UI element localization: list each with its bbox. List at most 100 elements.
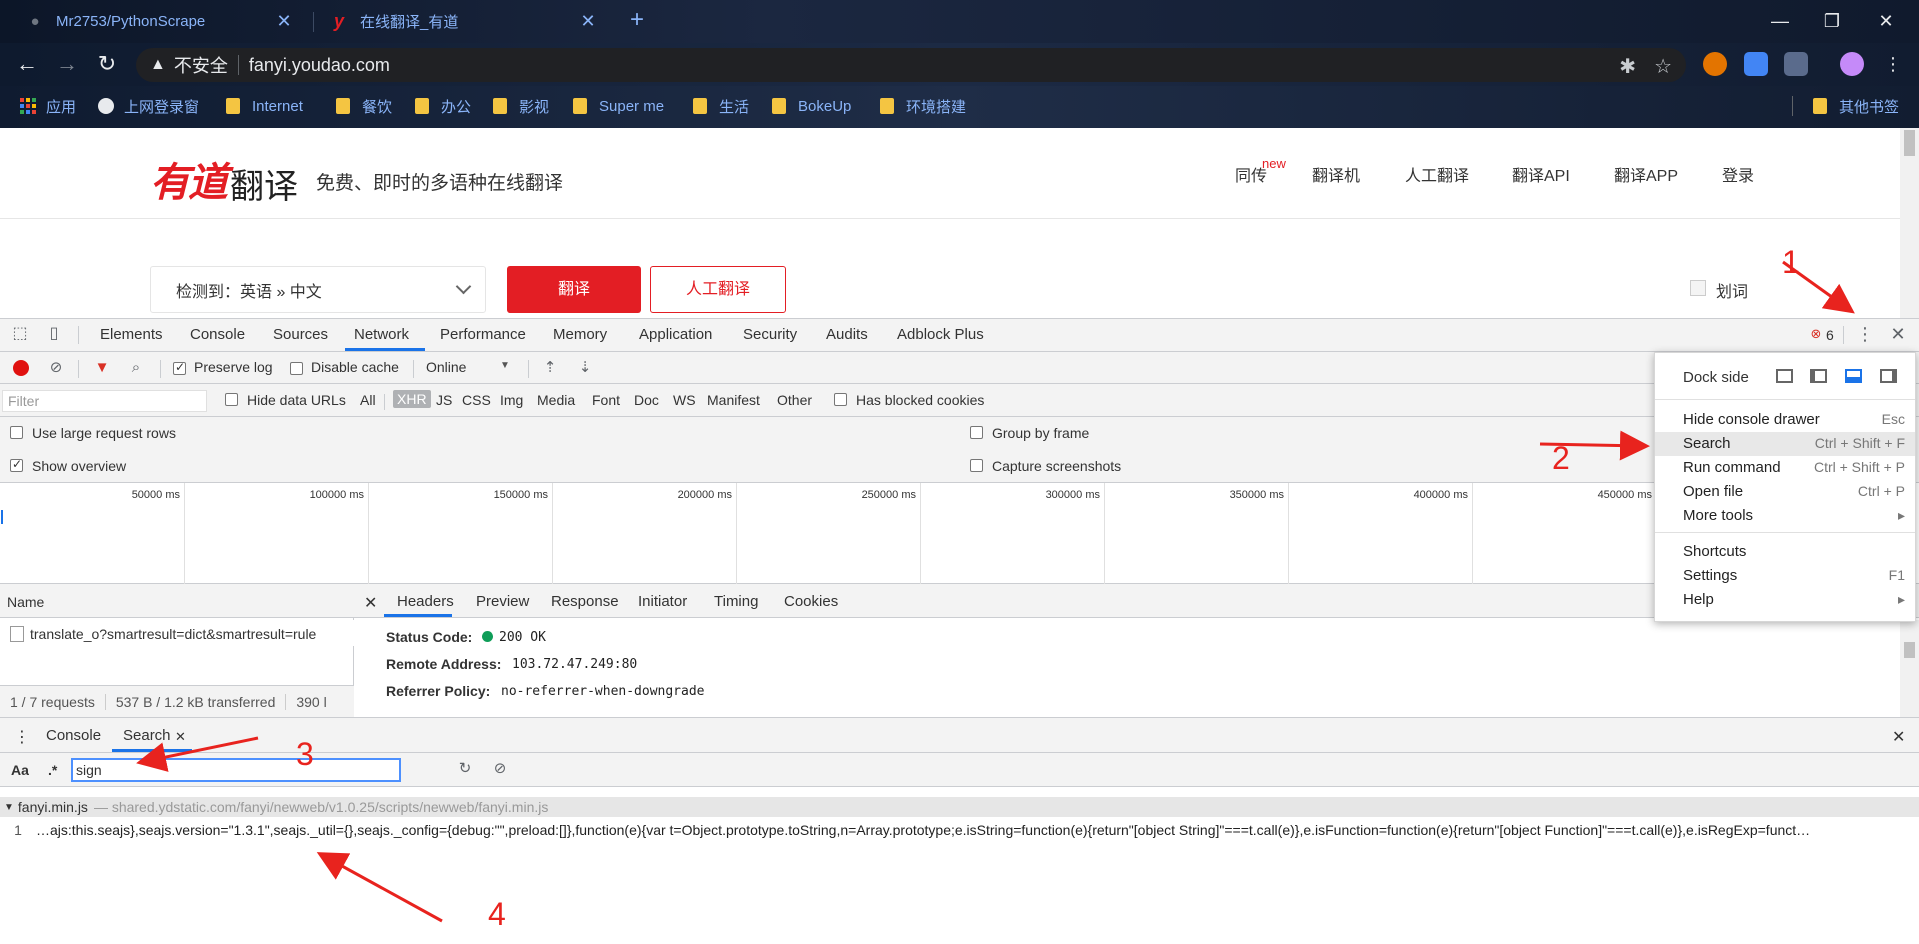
forward-button[interactable]: → (52, 50, 82, 80)
nav-device[interactable]: 翻译机 (1312, 162, 1360, 186)
filter-img[interactable]: Img (500, 392, 523, 408)
bookmark-video[interactable]: 影视 (493, 95, 549, 117)
tab-memory[interactable]: Memory (553, 326, 607, 343)
page-scrollbar[interactable] (1900, 128, 1919, 318)
filter-font[interactable]: Font (592, 392, 620, 408)
drawer-menu-icon[interactable]: ⋮ (14, 727, 30, 747)
reload-button[interactable]: ↻ (92, 50, 122, 80)
close-window-button[interactable]: ✕ (1866, 6, 1906, 36)
request-name[interactable]: translate_o?smartresult=dict&smartresult… (30, 626, 316, 642)
tab-headers[interactable]: Headers (397, 593, 454, 610)
regex-toggle[interactable]: .* (48, 762, 57, 778)
throttle-select[interactable]: Online (426, 359, 466, 375)
search-icon[interactable]: ⌕ (126, 358, 146, 378)
menu-item-search[interactable]: Search Ctrl + Shift + F (1655, 432, 1915, 456)
filter-manifest[interactable]: Manifest (707, 392, 760, 408)
name-column-header[interactable]: Name (7, 594, 44, 610)
back-button[interactable]: ← (12, 50, 42, 80)
menu-item-help[interactable]: Help ▸ (1655, 588, 1915, 612)
menu-item-open-file[interactable]: Open file Ctrl + P (1655, 480, 1915, 504)
tab-timing[interactable]: Timing (714, 593, 758, 610)
match-case-toggle[interactable]: Aa (11, 762, 29, 778)
drawer-tab-console[interactable]: Console (46, 727, 101, 744)
extension-puzzle-icon[interactable]: ✱ (1619, 54, 1636, 79)
tab-security[interactable]: Security (743, 326, 797, 343)
menu-item-shortcuts[interactable]: Shortcuts (1655, 540, 1915, 564)
tab-adblock-plus[interactable]: Adblock Plus (897, 326, 984, 343)
disable-cache-checkbox[interactable] (290, 362, 303, 375)
address-bar[interactable]: ▲ 不安全 fanyi.youdao.com ✱ ☆ (136, 48, 1686, 82)
bookmark-star-icon[interactable]: ☆ (1654, 54, 1672, 79)
scrollbar-thumb[interactable] (1904, 130, 1915, 156)
menu-item-settings[interactable]: Settings F1 (1655, 564, 1915, 588)
search-result-file[interactable]: ▼ fanyi.min.js — shared.ydstatic.com/fan… (0, 797, 1919, 817)
show-overview-checkbox[interactable] (10, 457, 23, 472)
filter-input[interactable]: Filter (2, 390, 207, 412)
close-icon[interactable]: ✕ (175, 729, 186, 745)
device-toolbar-icon[interactable]: ▯ (44, 324, 64, 344)
hide-data-urls-checkbox[interactable] (225, 393, 238, 406)
has-blocked-cookies-checkbox[interactable] (834, 393, 847, 406)
scrollbar-thumb[interactable] (1904, 642, 1915, 658)
filter-other[interactable]: Other (777, 392, 812, 408)
group-by-frame-checkbox[interactable] (970, 426, 983, 439)
bookmark-internet[interactable]: Internet (226, 95, 303, 117)
preserve-log-checkbox[interactable] (173, 360, 186, 375)
error-count[interactable]: 6 (1826, 327, 1834, 343)
translate-extension-icon[interactable] (1744, 52, 1768, 76)
chrome-menu-icon[interactable]: ⋮ (1878, 50, 1908, 80)
dropdown-arrow-icon[interactable]: ▼ (500, 360, 510, 371)
import-har-icon[interactable]: ⇡ (540, 358, 560, 378)
clear-search-icon[interactable]: ⊘ (490, 759, 510, 779)
refresh-icon[interactable]: ↻ (455, 759, 475, 779)
filter-doc[interactable]: Doc (634, 392, 659, 408)
menu-item-run-command[interactable]: Run command Ctrl + Shift + P (1655, 456, 1915, 480)
filter-js[interactable]: JS (436, 392, 452, 408)
browser-tab-github[interactable]: ● Mr2753/PythonScrape ✕ (10, 0, 310, 43)
filter-funnel-icon[interactable]: ▼ (92, 358, 112, 378)
translate-button[interactable]: 翻译 (507, 266, 641, 313)
close-icon[interactable]: ✕ (274, 11, 294, 32)
drawer-tab-search[interactable]: Search (123, 727, 171, 744)
tab-audits[interactable]: Audits (826, 326, 868, 343)
nav-api[interactable]: 翻译API (1512, 162, 1570, 186)
tab-preview[interactable]: Preview (476, 593, 529, 610)
bookmark-other[interactable]: 其他书签 (1813, 95, 1899, 117)
bookmark-bokeup[interactable]: BokeUp (772, 95, 851, 117)
new-tab-button[interactable]: + (624, 8, 650, 34)
record-button[interactable] (13, 360, 29, 376)
search-input[interactable]: sign (71, 758, 401, 782)
detail-close-icon[interactable]: ✕ (364, 593, 377, 613)
maximize-button[interactable]: ❐ (1812, 6, 1852, 36)
bookmark-login[interactable]: 上网登录窗 (98, 95, 199, 117)
clear-icon[interactable]: ⊘ (46, 358, 66, 378)
filter-ws[interactable]: WS (673, 392, 696, 408)
filter-media[interactable]: Media (537, 392, 575, 408)
search-result-line[interactable]: 1 …ajs:this.seajs},seajs.version="1.3.1"… (0, 819, 1919, 841)
dock-right-icon[interactable] (1880, 369, 1897, 383)
bookmark-apps[interactable]: 应用 (20, 95, 76, 117)
tab-performance[interactable]: Performance (440, 326, 526, 343)
filter-css[interactable]: CSS (462, 392, 491, 408)
detail-scrollbar[interactable] (1900, 620, 1919, 717)
tab-application[interactable]: Application (639, 326, 712, 343)
filter-xhr[interactable]: XHR (393, 390, 431, 408)
bookmark-env[interactable]: 环境搭建 (880, 95, 966, 117)
bookmark-life[interactable]: 生活 (693, 95, 749, 117)
capture-screenshots-checkbox[interactable] (970, 459, 983, 472)
bookmark-office[interactable]: 办公 (415, 95, 471, 117)
inspect-element-icon[interactable]: ⬚ (10, 324, 30, 344)
tab-response[interactable]: Response (551, 593, 619, 610)
tab-network[interactable]: Network (354, 326, 409, 343)
bookmark-superme[interactable]: Super me (573, 95, 664, 117)
human-translate-button[interactable]: 人工翻译 (650, 266, 786, 313)
firefox-extension-icon[interactable] (1703, 52, 1727, 76)
dock-undock-icon[interactable] (1776, 369, 1793, 383)
grid-extension-icon[interactable] (1784, 52, 1808, 76)
devtools-menu-icon[interactable]: ⋮ (1855, 324, 1875, 344)
dock-left-icon[interactable] (1810, 369, 1827, 383)
tab-elements[interactable]: Elements (100, 326, 163, 343)
nav-login[interactable]: 登录 (1722, 162, 1754, 186)
tab-sources[interactable]: Sources (273, 326, 328, 343)
dock-bottom-icon[interactable] (1845, 369, 1862, 383)
